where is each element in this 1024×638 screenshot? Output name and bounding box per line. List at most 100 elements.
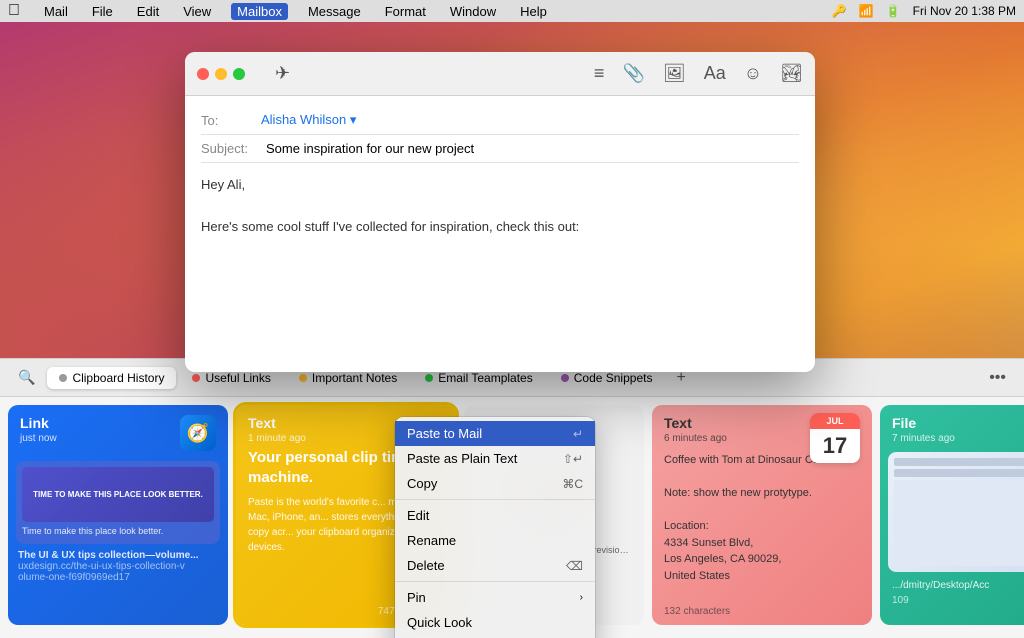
file-card-time: 7 minutes ago xyxy=(892,433,955,444)
link-preview-box: TIME TO MAKE THIS PLACE LOOK BETTER. Tim… xyxy=(16,461,220,544)
file-card-characters: 109 xyxy=(880,595,1024,610)
menu-help[interactable]: Help xyxy=(516,4,551,19)
font-icon[interactable]: Aa xyxy=(704,63,726,84)
delete-shortcut: ⌫ xyxy=(566,559,583,573)
calendar-widget: JUL 17 xyxy=(810,413,860,463)
menubar-right: 🔑 📶 🔋 Fri Nov 20 1:38 PM xyxy=(832,4,1016,18)
menu-message[interactable]: Message xyxy=(304,4,365,19)
text-pink-body: Coffee with Tom at Dinosaur Coffee. Note… xyxy=(652,448,872,588)
link-preview-image: TIME TO MAKE THIS PLACE LOOK BETTER. xyxy=(22,467,214,522)
subject-label: Subject: xyxy=(201,141,266,156)
wifi-icon: 📶 xyxy=(859,4,874,18)
delete-label: Delete xyxy=(407,558,445,573)
send-icon[interactable]: ✈ xyxy=(275,63,290,84)
pin-label: Pin xyxy=(407,590,426,605)
text-card-time: 1 minute ago xyxy=(248,433,306,444)
copy-shortcut: ⌘C xyxy=(562,477,583,491)
link-card-footer: The UI & UX tips collection—volume... ux… xyxy=(8,550,228,583)
mail-content[interactable]: Hey Ali, Here's some cool stuff I've col… xyxy=(201,163,799,249)
subject-value: Some inspiration for our new project xyxy=(266,141,474,156)
copy-label: Copy xyxy=(407,476,437,491)
important-notes-label: Important Notes xyxy=(312,371,397,385)
file-screenshot xyxy=(888,452,1024,572)
code-snippets-label: Code Snippets xyxy=(574,371,653,385)
file-card-header: File 7 minutes ago xyxy=(880,405,1024,448)
paste-plain-label: Paste as Plain Text xyxy=(407,451,517,466)
text-pink-characters: 132 characters xyxy=(664,606,860,617)
mail-toolbar: ≡ 📎 🖼 Aa ☺ 🏞 xyxy=(594,63,803,84)
screenshot-content xyxy=(894,480,1024,566)
edit-label: Edit xyxy=(407,508,429,523)
menu-file[interactable]: File xyxy=(88,4,117,19)
traffic-lights xyxy=(197,68,245,80)
text-card-type: Text xyxy=(248,415,306,431)
tab-clipboard-history[interactable]: Clipboard History xyxy=(47,367,176,389)
password-icon: 🔑 xyxy=(832,4,847,18)
preview-text1: TIME TO MAKE THIS PLACE LOOK BETTER. xyxy=(33,490,203,499)
apple-menu[interactable]:  xyxy=(8,2,20,20)
menu-delete[interactable]: Delete ⌫ xyxy=(395,553,595,578)
screenshot-bar2 xyxy=(894,469,1024,477)
clipboard-history-label: Clipboard History xyxy=(72,371,164,385)
menu-paste-plain[interactable]: Paste as Plain Text ⇧↵ xyxy=(395,446,595,471)
file-preview xyxy=(888,452,1024,572)
safari-icon: 🧭 xyxy=(180,415,216,451)
list-icon[interactable]: ≡ xyxy=(594,63,605,84)
email-teamplates-label: Email Teamplates xyxy=(438,371,533,385)
photo-icon[interactable]: 🖼 xyxy=(663,63,686,84)
datetime: Fri Nov 20 1:38 PM xyxy=(913,4,1016,18)
text-pink-type: Text xyxy=(664,415,727,431)
paste-to-mail-label: Paste to Mail xyxy=(407,426,482,441)
mail-compose-window: ✈ ≡ 📎 🖼 Aa ☺ 🏞 To: Alisha Whilson ▾ Subj… xyxy=(185,52,815,372)
link-card-header: Link just now 🧭 xyxy=(8,405,228,455)
text-pink-header: Text 6 minutes ago JUL 17 xyxy=(652,405,872,448)
link-card-time: just now xyxy=(20,433,57,444)
mail-to-field[interactable]: To: Alisha Whilson ▾ xyxy=(201,106,799,135)
menu-pin[interactable]: Pin › xyxy=(395,585,595,610)
menu-mail[interactable]: Mail xyxy=(40,4,72,19)
file-card-type: File xyxy=(892,415,955,431)
text-pink-time: 6 minutes ago xyxy=(664,433,727,444)
screenshot-bar1 xyxy=(894,458,1024,466)
mail-greeting: Hey Ali, xyxy=(201,175,799,196)
menu-mailbox[interactable]: Mailbox xyxy=(231,3,288,20)
rename-label: Rename xyxy=(407,533,456,548)
to-label: To: xyxy=(201,113,261,128)
to-value[interactable]: Alisha Whilson ▾ xyxy=(261,112,356,128)
link-footer-url: uxdesign.cc/the-ui-ux-tips-collection-vo… xyxy=(18,561,218,583)
menu-edit[interactable]: Edit xyxy=(395,503,595,528)
mail-body: Here's some cool stuff I've collected fo… xyxy=(201,217,799,238)
attach-icon[interactable]: 📎 xyxy=(622,63,644,84)
mail-subject-field[interactable]: Subject: Some inspiration for our new pr… xyxy=(201,135,799,163)
text-pink-card[interactable]: Text 6 minutes ago JUL 17 Coffee with To… xyxy=(652,405,872,625)
useful-links-dot xyxy=(192,374,200,382)
paste-to-mail-shortcut: ↵ xyxy=(573,427,583,441)
menu-rename[interactable]: Rename xyxy=(395,528,595,553)
calendar-month: JUL xyxy=(810,413,860,429)
link-card-type: Link xyxy=(20,415,57,431)
menu-edit[interactable]: Edit xyxy=(133,4,163,19)
menu-paste-to-mail[interactable]: Paste to Mail ↵ xyxy=(395,421,595,446)
file-teal-card[interactable]: File 7 minutes ago .../dmitry/Desktop/Ac… xyxy=(880,405,1024,625)
menu-window[interactable]: Window xyxy=(446,4,500,19)
pin-arrow: › xyxy=(580,592,583,603)
menu-divider-2 xyxy=(395,581,595,582)
search-button[interactable]: 🔍 xyxy=(10,365,43,390)
code-snippets-dot xyxy=(561,374,569,382)
file-card-path: .../dmitry/Desktop/Acc xyxy=(880,576,1024,595)
email-teamplates-dot xyxy=(425,374,433,382)
menu-view[interactable]: View xyxy=(179,4,215,19)
context-menu: Paste to Mail ↵ Paste as Plain Text ⇧↵ C… xyxy=(395,417,595,638)
desktop: ✈ ≡ 📎 🖼 Aa ☺ 🏞 To: Alisha Whilson ▾ Subj… xyxy=(0,22,1024,638)
link-card[interactable]: Link just now 🧭 TIME TO MAKE THIS PLACE … xyxy=(8,405,228,625)
quick-look-label: Quick Look xyxy=(407,615,472,630)
maximize-button[interactable] xyxy=(233,68,245,80)
menu-format[interactable]: Format xyxy=(381,4,430,19)
menu-quick-look[interactable]: Quick Look xyxy=(395,610,595,635)
image-toolbar-icon[interactable]: 🏞 xyxy=(780,63,803,84)
emoji-icon[interactable]: ☺ xyxy=(744,63,762,84)
close-button[interactable] xyxy=(197,68,209,80)
more-button[interactable]: ••• xyxy=(981,365,1014,391)
menu-copy[interactable]: Copy ⌘C xyxy=(395,471,595,496)
minimize-button[interactable] xyxy=(215,68,227,80)
